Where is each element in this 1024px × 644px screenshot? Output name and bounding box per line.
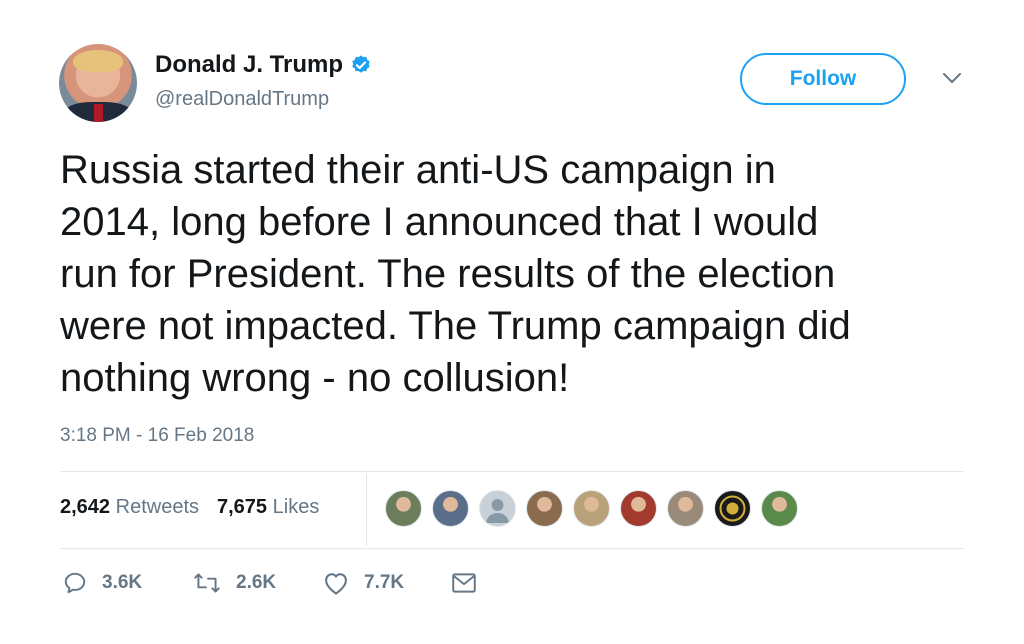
liker-avatar[interactable] [667,490,704,527]
heart-icon [325,573,347,595]
reply-count: 3.6K [102,572,143,593]
tweet-text: Russia started their anti-US campaign in… [60,148,851,400]
direct-message-action[interactable] [450,571,478,595]
likes-stat[interactable]: 7,675 Likes [217,496,319,519]
user-name-text[interactable]: Donald J. Trump [155,51,343,79]
liker-avatar[interactable] [573,490,610,527]
liker-avatar[interactable] [714,490,751,527]
reply-icon [64,572,86,594]
default-avatar-icon[interactable] [479,490,516,527]
divider-top [60,471,964,472]
likes-label: Likes [272,496,320,518]
retweet-count: 2.6K [236,572,277,593]
like-action[interactable]: 7.7K [322,570,450,596]
envelope-icon [452,573,476,593]
avatar-hair [73,50,123,72]
retweet-icon [194,573,220,593]
verified-badge-icon [352,55,370,73]
retweets-count: 2,642 [60,496,111,518]
retweets-stat[interactable]: 2,642 Retweets [60,496,199,519]
retweet-action[interactable]: 2.6K [192,570,322,596]
user-handle[interactable]: @realDonaldTrump [155,88,329,111]
retweets-label: Retweets [115,496,199,518]
liker-avatar[interactable] [385,490,422,527]
tweet-timestamp[interactable]: 3:18 PM - 16 Feb 2018 [60,425,254,447]
liker-avatar[interactable] [761,490,798,527]
follow-button[interactable]: Follow [740,53,906,105]
liker-avatars [385,490,798,527]
liker-avatar[interactable] [526,490,563,527]
tweet-actions: 3.6K 2.6K 7.7K [62,570,478,596]
like-count: 7.7K [364,572,405,593]
profile-avatar[interactable] [59,44,137,122]
divider-bottom [60,548,964,549]
tweet-stats: 2,642 Retweets 7,675 Likes [60,496,319,519]
liker-avatar[interactable] [620,490,657,527]
avatar-tie [94,104,103,122]
stats-separator [366,474,367,546]
chevron-down-icon[interactable] [940,70,964,86]
reply-action[interactable]: 3.6K [62,570,192,596]
liker-avatar[interactable] [432,490,469,527]
likes-count: 7,675 [217,496,268,518]
user-name[interactable]: Donald J. Trump [155,51,372,79]
